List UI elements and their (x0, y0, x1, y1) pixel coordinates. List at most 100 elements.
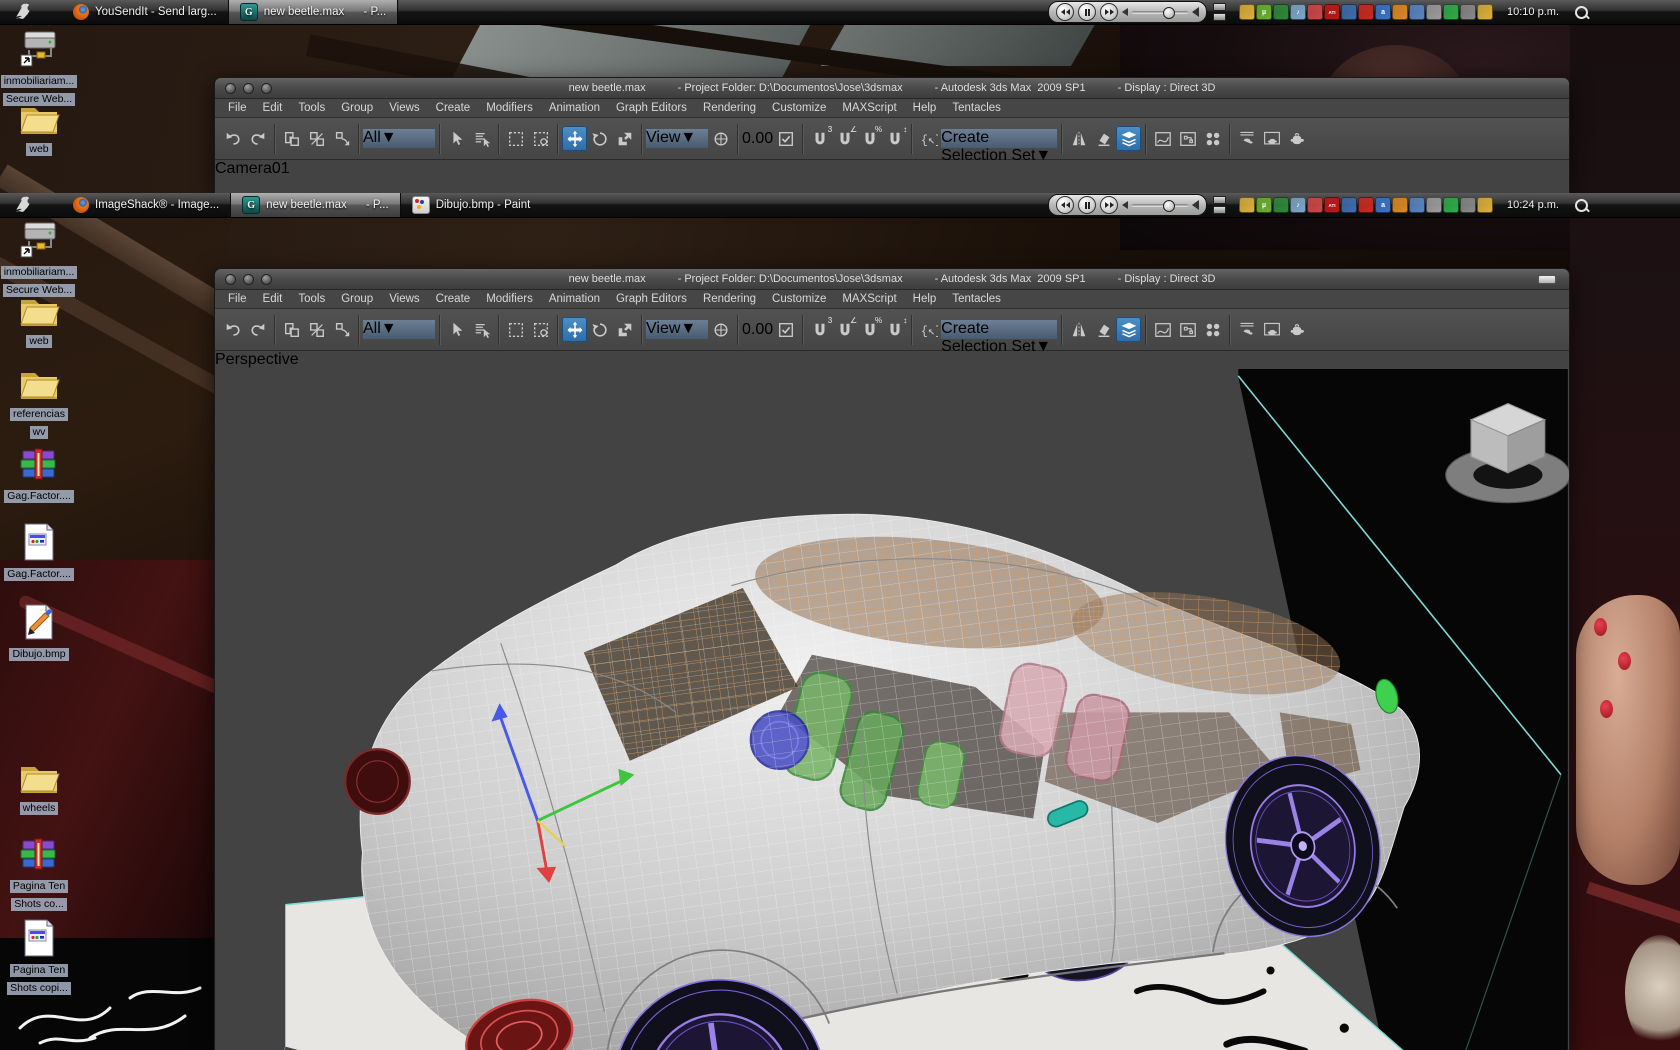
spinner-snap-button[interactable]: ↕ (882, 125, 907, 151)
ccc-icon[interactable] (1358, 4, 1375, 20)
desktop-icon-referencias[interactable]: referencias wv (1, 366, 77, 440)
minimize-button[interactable] (1538, 275, 1556, 284)
ati-icon[interactable]: ATI (1324, 4, 1341, 20)
use-pivot-center-button[interactable] (708, 126, 733, 151)
menu-file[interactable]: File (228, 102, 247, 114)
viewport-scene[interactable] (215, 369, 1571, 1050)
menu-file[interactable]: File (228, 293, 247, 305)
bind-to-spacewarp-button[interactable] (329, 317, 354, 342)
spinner-snap-button[interactable]: ↕ (882, 316, 907, 342)
menu-rendering[interactable]: Rendering (703, 102, 756, 114)
camera-viewport[interactable]: Camera01 (215, 160, 1569, 178)
media-pause-button[interactable] (1078, 3, 1097, 21)
title-bar[interactable]: new beetle.max - Project Folder: D:\Docu… (215, 269, 1569, 290)
menu-tools[interactable]: Tools (298, 293, 325, 305)
render-setup-button[interactable] (1234, 317, 1259, 342)
chevron-down-icon[interactable]: ▼ (381, 320, 397, 337)
transform-spinner[interactable]: 0.00 (742, 130, 773, 148)
material-editor-button[interactable] (1200, 317, 1225, 342)
audio-icon[interactable] (1460, 4, 1477, 20)
media-rewind-button[interactable] (1056, 3, 1075, 21)
utorrent-icon[interactable]: µ (1256, 197, 1273, 213)
volume-slider-thumb[interactable] (1162, 199, 1175, 212)
menu-create[interactable]: Create (436, 102, 471, 114)
media-forward-button[interactable] (1100, 3, 1119, 21)
menu-modifiers[interactable]: Modifiers (486, 102, 533, 114)
percent-snap-button[interactable]: % (857, 125, 882, 151)
align-button[interactable] (1091, 317, 1116, 342)
menu-rendering[interactable]: Rendering (703, 293, 756, 305)
menu-animation[interactable]: Animation (549, 293, 600, 305)
unlink-selection-button[interactable] (304, 317, 329, 342)
itunes-icon[interactable]: ♪ (1290, 4, 1307, 20)
menu-animation[interactable]: Animation (549, 102, 600, 114)
menu-create[interactable]: Create (436, 293, 471, 305)
sync-icon[interactable] (1443, 4, 1460, 20)
desktop-icon-pagina-ten[interactable]: Pagina Ten Shots copi... (1, 918, 77, 996)
render-setup-button[interactable] (1234, 126, 1259, 151)
task-tab-3dsmax[interactable]: Gnew beetle.max - P... (227, 0, 399, 24)
apple-menu-icon[interactable] (14, 195, 34, 215)
desktop-icon-gag-factor[interactable]: Gag.Factor.... (1, 448, 77, 504)
desktop-icon-wheels[interactable]: wheels (1, 760, 77, 816)
bind-to-spacewarp-button[interactable] (329, 126, 354, 151)
chevron-down-icon[interactable]: ▼ (381, 129, 397, 146)
menu-help[interactable]: Help (913, 293, 937, 305)
select-by-name-button[interactable] (469, 317, 494, 342)
menu-maxscript[interactable]: MAXScript (842, 293, 896, 305)
menu-customize[interactable]: Customize (772, 102, 826, 114)
menu-help[interactable]: Help (913, 102, 937, 114)
rectangular-selection-region-button[interactable] (503, 317, 528, 342)
chevron-down-icon[interactable]: ▼ (1035, 338, 1051, 355)
select-by-name-button[interactable] (469, 126, 494, 151)
desktop-icon-inmobiliariam[interactable]: inmobiliariam... Secure Web... (0, 29, 78, 107)
window-button-2[interactable] (243, 273, 254, 285)
snaps-toggle-button[interactable]: 3 (807, 125, 832, 151)
tablet-icon[interactable] (1477, 197, 1494, 213)
selection-filter-dropdown[interactable]: All▼ (363, 129, 435, 148)
mirror-button[interactable] (1066, 126, 1091, 151)
window-crossing-button[interactable] (528, 126, 553, 151)
menu-group[interactable]: Group (341, 102, 373, 114)
sync-icon[interactable] (1443, 197, 1460, 213)
search-icon[interactable] (1575, 5, 1588, 19)
leaf-icon[interactable] (1273, 197, 1290, 213)
menu-modifiers[interactable]: Modifiers (486, 293, 533, 305)
window-button-3[interactable] (261, 82, 272, 94)
rectangular-selection-region-button[interactable] (503, 126, 528, 151)
material-editor-button[interactable] (1200, 126, 1225, 151)
title-bar[interactable]: new beetle.max - Project Folder: D:\Docu… (215, 78, 1569, 99)
menu-maxscript[interactable]: MAXScript (842, 102, 896, 114)
volume-icon[interactable] (1392, 197, 1409, 213)
chevron-down-icon[interactable]: ▼ (680, 320, 696, 337)
window-shade-toggle[interactable] (1213, 3, 1227, 21)
media-forward-button[interactable] (1100, 196, 1119, 214)
viewport-label[interactable]: Camera01 (215, 160, 1569, 178)
select-and-scale-button[interactable] (612, 126, 637, 151)
layer-manager-button[interactable] (1116, 317, 1142, 342)
desktop-icon-dibujo-bmp[interactable]: Dibujo.bmp (1, 602, 77, 662)
menu-group[interactable]: Group (341, 293, 373, 305)
search-icon[interactable] (1575, 198, 1588, 212)
quicktime-icon[interactable] (1307, 197, 1324, 213)
desktop-icon-inmobiliariam[interactable]: inmobiliariam... Secure Web... (0, 220, 78, 298)
task-tab-paint[interactable]: Dibujo.bmp - Paint (401, 193, 542, 217)
chevron-down-icon[interactable]: ▼ (680, 129, 696, 146)
named-selection-set-dropdown[interactable]: Create Selection Set▼ (941, 320, 1058, 355)
network-icon[interactable] (1409, 4, 1426, 20)
leaf-icon[interactable] (1273, 4, 1290, 20)
redo-button[interactable] (245, 126, 270, 151)
transform-spinner[interactable]: 0.00 (742, 321, 773, 339)
curve-editor-button[interactable] (1150, 317, 1175, 342)
window-button-3[interactable] (261, 273, 272, 285)
amazon-icon[interactable]: a (1375, 4, 1392, 20)
display-icon[interactable] (1341, 4, 1358, 20)
select-and-manipulate-button[interactable] (773, 317, 798, 342)
curve-editor-button[interactable] (1150, 126, 1175, 151)
layer-manager-button[interactable] (1116, 126, 1142, 151)
angle-snap-button[interactable]: ∠ (832, 316, 857, 342)
unlink-selection-button[interactable] (304, 126, 329, 151)
undo-button[interactable] (220, 126, 245, 151)
menu-tentacles[interactable]: Tentacles (952, 102, 1001, 114)
tablet-icon[interactable] (1477, 4, 1494, 20)
